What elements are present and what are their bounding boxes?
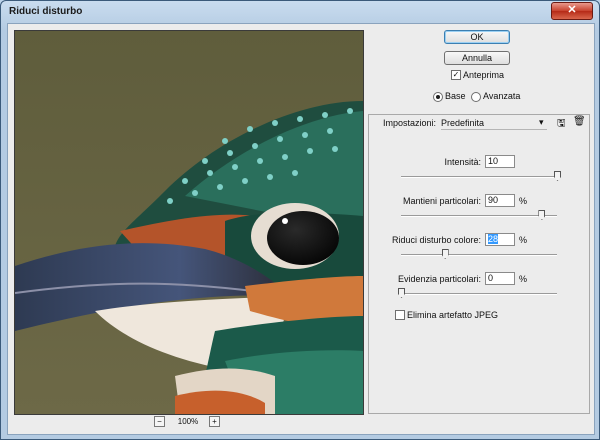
slider-track[interactable] [401, 254, 557, 256]
preview-image[interactable] [14, 30, 364, 415]
zoom-level: 100% [177, 417, 199, 426]
slider-value-input[interactable]: 10 [485, 155, 515, 168]
slider-track[interactable] [401, 215, 557, 217]
slider-unit: % [519, 235, 528, 245]
settings-value: Predefinita [441, 118, 485, 128]
slider-value-input[interactable]: 28 [485, 233, 515, 246]
slider-label: Evidenzia particolari: [397, 274, 481, 284]
dialog-window: Riduci disturbo ✕ − 100% + OK Annulla ✓ … [0, 0, 600, 440]
slider-thumb[interactable] [538, 210, 546, 220]
slider-label: Mantieni particolari: [402, 196, 481, 206]
slider-unit: % [519, 196, 528, 206]
base-radio[interactable] [433, 92, 443, 102]
settings-select[interactable]: Predefinita ▾ [441, 117, 547, 130]
slider-track[interactable] [401, 176, 557, 178]
settings-group: Impostazioni: Predefinita ▾ 🖫 🗑 Intensit… [368, 114, 590, 414]
slider-value: 0 [488, 273, 494, 283]
settings-label: Impostazioni: [383, 118, 437, 128]
delete-settings-icon[interactable]: 🗑 [573, 116, 586, 127]
kingfisher-photo [15, 31, 363, 414]
ok-button[interactable]: OK [444, 30, 510, 44]
preview-label: Anteprima [463, 70, 505, 80]
slider-value-input[interactable]: 90 [485, 194, 515, 207]
slider-thumb[interactable] [398, 288, 405, 298]
slider-thumb[interactable] [441, 249, 449, 259]
advanced-radio[interactable] [471, 92, 481, 102]
slider-value-input[interactable]: 0 [485, 272, 515, 285]
zoom-out-button[interactable]: − [154, 416, 165, 427]
slider-track[interactable] [401, 293, 557, 295]
cancel-button[interactable]: Annulla [444, 51, 510, 65]
advanced-label: Avanzata [483, 91, 521, 101]
zoom-in-button[interactable]: + [209, 416, 220, 427]
dialog-title: Riduci disturbo [9, 6, 83, 17]
dialog-body: − 100% + OK Annulla ✓ Anteprima Base Ava… [7, 23, 595, 435]
dropdown-arrow-icon: ▾ [539, 117, 544, 127]
jpeg-checkbox[interactable] [395, 310, 405, 320]
close-button[interactable]: ✕ [551, 2, 593, 20]
preview-checkbox[interactable]: ✓ [451, 70, 461, 80]
slider-label: Riduci disturbo colore: [391, 235, 481, 245]
base-label: Base [445, 91, 466, 101]
slider-value: 10 [488, 156, 499, 166]
slider-value: 28 [488, 234, 499, 244]
slider-value: 90 [488, 195, 499, 205]
save-settings-icon[interactable]: 🖫 [557, 116, 566, 133]
jpeg-label: Elimina artefatto JPEG [407, 310, 499, 320]
slider-label: Intensità: [444, 157, 481, 167]
slider-thumb[interactable] [554, 171, 561, 181]
title-bar[interactable]: Riduci disturbo ✕ [1, 1, 599, 23]
slider-unit: % [519, 274, 528, 284]
zoom-controls: − 100% + [154, 416, 224, 428]
